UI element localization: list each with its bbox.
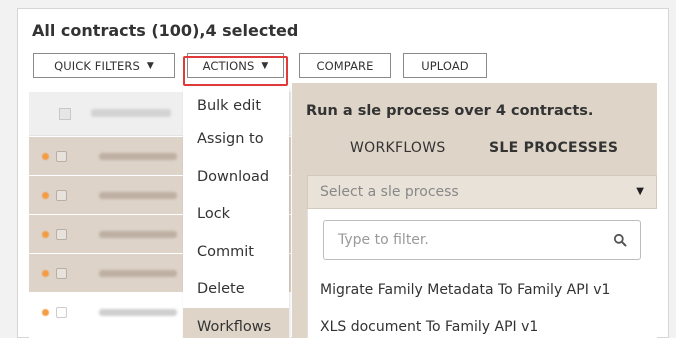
row-file-name: [99, 270, 177, 277]
sle-select-placeholder: Select a sle process: [320, 184, 459, 200]
upload-label: UPLOAD: [421, 58, 469, 73]
chevron-down-icon: ▼: [261, 60, 269, 71]
status-dot-icon: [42, 309, 49, 316]
tab-workflows[interactable]: WORKFLOWS: [350, 140, 446, 156]
menu-item-lock[interactable]: Lock: [183, 195, 289, 233]
row-file-name: [99, 192, 177, 199]
row-checkbox[interactable]: [56, 307, 67, 318]
row-file-name: [99, 153, 177, 160]
row-checkbox[interactable]: [56, 229, 67, 240]
row-checkbox[interactable]: [56, 268, 67, 279]
status-dot-icon: [42, 231, 49, 238]
column-header-file-name[interactable]: [91, 109, 171, 117]
sle-process-panel: Run a sle process over 4 contracts. WORK…: [292, 83, 657, 338]
filter-placeholder: Type to filter.: [338, 232, 429, 248]
chevron-down-icon: ▼: [636, 186, 644, 197]
filter-input[interactable]: Type to filter.: [323, 220, 641, 260]
actions-button[interactable]: ACTIONS ▼: [187, 53, 284, 78]
actions-label: ACTIONS: [202, 58, 255, 73]
search-icon: [613, 233, 627, 247]
compare-label: COMPARE: [316, 58, 374, 73]
sle-process-dropdown: Type to filter. Migrate Family Metadata …: [307, 209, 657, 338]
tab-sle-processes[interactable]: SLE PROCESSES: [489, 140, 618, 156]
upload-button[interactable]: UPLOAD: [403, 53, 487, 78]
chevron-down-icon: ▼: [146, 60, 154, 71]
sle-process-select[interactable]: Select a sle process ▼: [307, 175, 657, 209]
row-checkbox[interactable]: [56, 190, 67, 201]
row-file-name: [99, 231, 177, 238]
status-dot-icon: [42, 192, 49, 199]
actions-menu: Bulk edit Assign to Download Lock Commit…: [183, 87, 289, 338]
menu-item-assign-to[interactable]: Assign to: [183, 120, 289, 158]
status-dot-icon: [42, 153, 49, 160]
page-title: All contracts (100),4 selected: [32, 21, 299, 40]
menu-item-download[interactable]: Download: [183, 158, 289, 196]
row-checkbox[interactable]: [56, 151, 67, 162]
menu-item-delete[interactable]: Delete: [183, 270, 289, 308]
sle-option-migrate-family-metadata[interactable]: Migrate Family Metadata To Family API v1: [320, 282, 610, 298]
sle-panel-title: Run a sle process over 4 contracts.: [306, 103, 594, 119]
status-dot-icon: [42, 270, 49, 277]
compare-button[interactable]: COMPARE: [299, 53, 391, 78]
menu-item-workflows[interactable]: Workflows: [183, 308, 289, 338]
quick-filters-label: QUICK FILTERS: [54, 58, 140, 73]
menu-item-commit[interactable]: Commit: [183, 233, 289, 271]
row-file-name: [99, 309, 177, 316]
sle-option-xls-document[interactable]: XLS document To Family API v1: [320, 319, 538, 335]
quick-filters-button[interactable]: QUICK FILTERS ▼: [33, 53, 175, 78]
select-all-checkbox-icon[interactable]: [59, 108, 71, 120]
